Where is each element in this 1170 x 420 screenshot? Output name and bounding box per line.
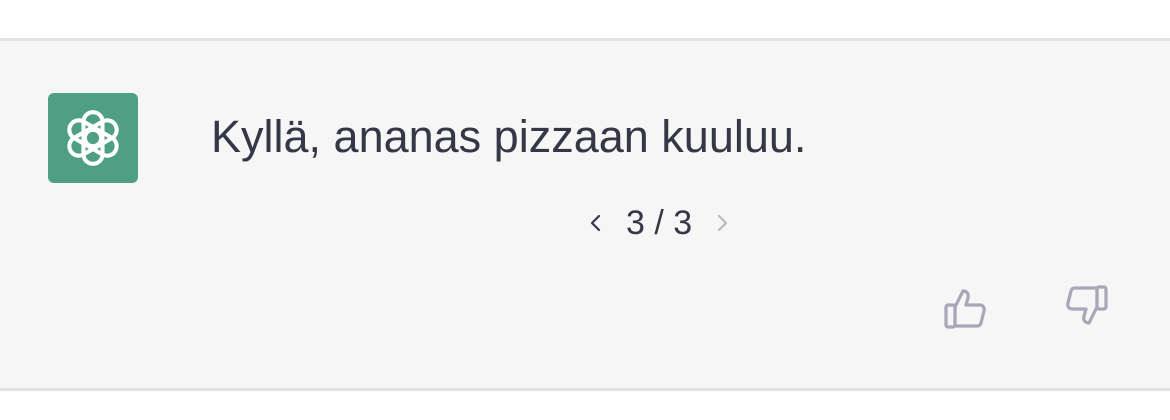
chevron-left-icon — [590, 214, 601, 232]
thumbs-up-button[interactable] — [940, 281, 992, 333]
thumbs-down-button[interactable] — [1060, 281, 1112, 333]
assistant-message-text: Kyllä, ananas pizzaan kuuluu. — [211, 111, 807, 162]
thumbs-up-icon — [944, 289, 986, 329]
pager-label: 3 / 3 — [626, 203, 693, 242]
thumbs-down-icon — [1066, 285, 1108, 325]
chat-page: Kyllä, ananas pizzaan kuuluu. 3 / 3 — [0, 0, 1170, 420]
openai-logo-icon — [67, 110, 119, 166]
next-response-button[interactable] — [706, 201, 738, 245]
response-pager: 3 / 3 — [580, 201, 738, 245]
assistant-message-row: Kyllä, ananas pizzaan kuuluu. 3 / 3 — [0, 38, 1170, 391]
chevron-right-icon — [718, 214, 728, 232]
previous-response-button[interactable] — [580, 201, 612, 245]
assistant-avatar — [48, 93, 138, 183]
